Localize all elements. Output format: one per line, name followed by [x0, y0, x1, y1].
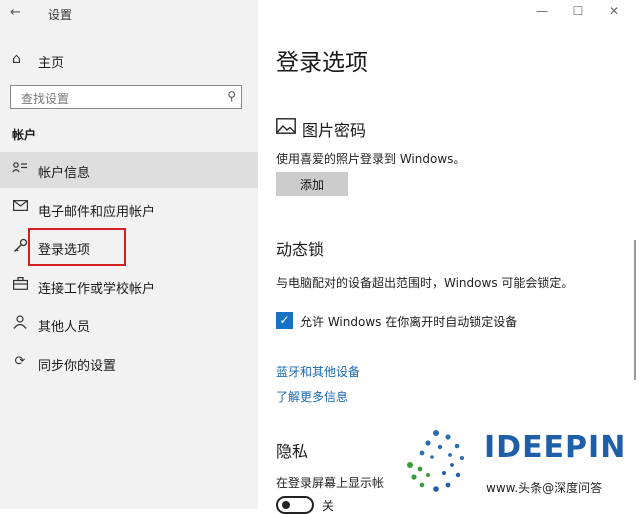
picture-icon — [276, 118, 296, 138]
sidebar-item-label: 帐户信息 — [38, 166, 91, 181]
watermark-logo-icon — [400, 425, 472, 501]
sidebar-item-email-accounts[interactable]: 电子邮件和应用帐户 — [0, 191, 258, 227]
back-arrow-icon[interactable]: ← — [10, 5, 21, 20]
sidebar-item-other-people[interactable]: 其他人员 — [0, 306, 258, 342]
sidebar-item-home[interactable]: ⌂ 主页 — [0, 48, 258, 72]
sidebar-item-label: 同步你的设置 — [38, 359, 117, 374]
sidebar-item-label: 连接工作或学校帐户 — [38, 282, 156, 297]
sidebar-item-work-school[interactable]: 连接工作或学校帐户 — [0, 268, 258, 304]
search-placeholder: 查找设置 — [21, 92, 70, 106]
dynamic-lock-title: 动态锁 — [276, 240, 325, 259]
briefcase-icon — [11, 277, 29, 294]
close-button[interactable]: ✕ — [596, 4, 632, 18]
dynamic-lock-checkbox[interactable]: ✓ — [276, 312, 293, 329]
search-icon: ⚲ — [227, 89, 236, 103]
watermark-caption: www.头条@深度问答 — [482, 478, 607, 497]
person-icon — [11, 315, 29, 333]
home-icon: ⌂ — [12, 51, 21, 67]
watermark-brand: IDEEPIN — [484, 430, 627, 465]
privacy-toggle-label: 关 — [322, 499, 335, 513]
dynamic-lock-description: 与电脑配对的设备超出范围时，Windows 可能会锁定。 — [276, 276, 574, 290]
sidebar: ← 设置 ⌂ 主页 查找设置 ⚲ 帐户 帐户信息 电子邮件和应用帐户 登录选项 … — [0, 0, 258, 509]
privacy-title: 隐私 — [276, 442, 309, 461]
scrollbar[interactable] — [634, 240, 636, 380]
section-label: 帐户 — [12, 128, 37, 142]
minimize-button[interactable]: — — [524, 4, 560, 18]
sidebar-item-label: 电子邮件和应用帐户 — [38, 205, 156, 220]
privacy-toggle[interactable] — [276, 496, 314, 514]
highlight-box — [28, 228, 126, 266]
sidebar-item-sync-settings[interactable]: ⟳ 同步你的设置 — [0, 345, 258, 381]
picture-password-description: 使用喜爱的照片登录到 Windows。 — [276, 152, 466, 166]
key-icon — [11, 238, 29, 257]
privacy-description: 在登录屏幕上显示帐 — [276, 476, 385, 490]
search-input[interactable]: 查找设置 ⚲ — [10, 85, 242, 109]
add-picture-password-button[interactable]: 添加 — [276, 172, 348, 196]
sidebar-item-label: 其他人员 — [38, 320, 91, 335]
maximize-button[interactable]: ☐ — [560, 4, 596, 18]
sidebar-item-account-info[interactable]: 帐户信息 — [0, 152, 258, 188]
mail-icon — [11, 200, 29, 215]
picture-password-title: 图片密码 — [302, 121, 367, 140]
page-title: 登录选项 — [276, 50, 368, 76]
window-controls: — ☐ ✕ — [524, 4, 632, 18]
sync-icon: ⟳ — [14, 354, 26, 369]
dynamic-lock-checkbox-label[interactable]: 允许 Windows 在你离开时自动锁定设备 — [300, 313, 517, 330]
bluetooth-devices-link[interactable]: 蓝牙和其他设备 — [276, 363, 360, 380]
sidebar-item-label: 主页 — [38, 56, 65, 71]
learn-more-link[interactable]: 了解更多信息 — [276, 388, 348, 405]
person-card-icon — [11, 161, 29, 177]
window-title: 设置 — [48, 8, 73, 22]
